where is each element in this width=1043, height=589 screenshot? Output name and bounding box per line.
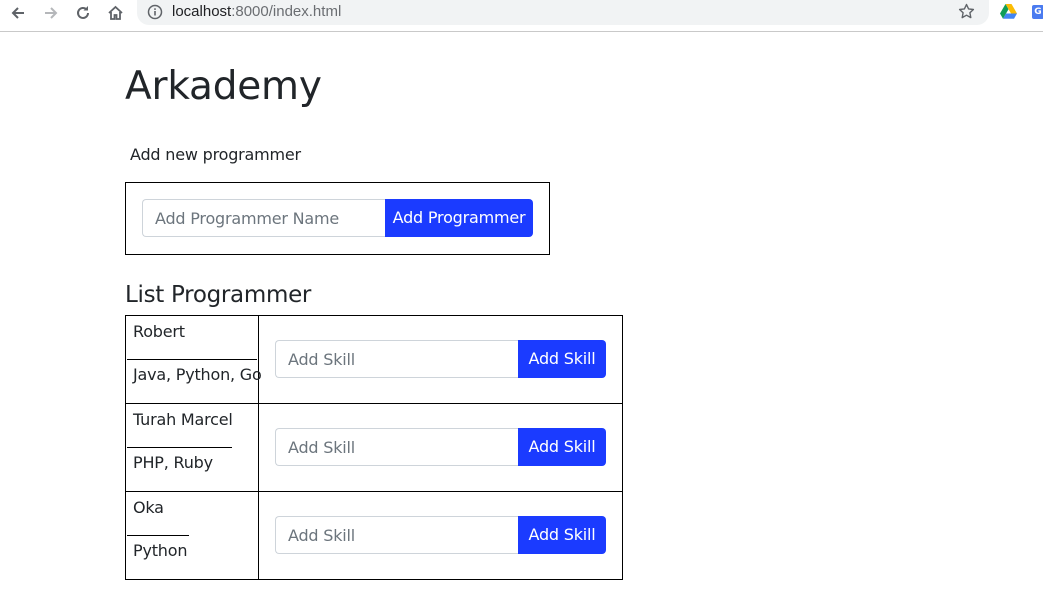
address-bar[interactable]: localhost:8000/index.html	[137, 0, 989, 25]
list-programmer-heading: List Programmer	[125, 282, 312, 308]
back-button[interactable]	[4, 0, 32, 25]
info-icon	[147, 4, 163, 20]
programmer-name: Oka	[133, 498, 164, 517]
programmer-skills: Python	[133, 541, 188, 560]
programmer-name-input[interactable]	[142, 199, 386, 237]
programmer-info-cell: Robert Java, Python, Go	[126, 316, 262, 404]
add-programmer-form: Add Programmer	[125, 182, 550, 255]
name-divider	[127, 359, 257, 360]
add-skill-button[interactable]: Add Skill	[518, 428, 606, 466]
home-icon	[107, 5, 123, 20]
programmer-name: Turah Marcel	[133, 410, 233, 429]
url-host: localhost	[172, 3, 232, 20]
reload-icon	[77, 5, 89, 19]
programmer-skills: PHP, Ruby	[133, 453, 213, 472]
extension-icon[interactable]: G	[1032, 5, 1043, 19]
programmer-table: Robert Java, Python, Go Add Skill Turah …	[125, 315, 623, 580]
browser-toolbar: localhost:8000/index.html G	[0, 0, 1043, 32]
forward-arrow-icon	[45, 6, 58, 19]
programmer-info-cell: Turah Marcel PHP, Ruby	[126, 404, 259, 491]
add-skill-button[interactable]: Add Skill	[518, 516, 606, 554]
reload-button[interactable]	[69, 0, 97, 25]
programmer-row: Robert Java, Python, Go Add Skill	[126, 316, 622, 404]
add-programmer-button[interactable]: Add Programmer	[385, 199, 533, 237]
url-text: localhost:8000/index.html	[172, 3, 341, 21]
add-skill-input[interactable]	[275, 516, 519, 554]
programmer-skills: Java, Python, Go	[133, 365, 262, 384]
programmer-row: Oka Python Add Skill	[126, 491, 622, 579]
page-title: Arkademy	[125, 64, 322, 109]
bookmark-star-icon	[958, 3, 975, 19]
programmer-row: Turah Marcel PHP, Ruby Add Skill	[126, 403, 622, 491]
url-path: :8000/index.html	[231, 3, 342, 20]
add-skill-input[interactable]	[275, 428, 519, 466]
programmer-name: Robert	[133, 322, 185, 341]
forward-button[interactable]	[37, 0, 65, 25]
add-skill-button[interactable]: Add Skill	[518, 340, 606, 378]
google-drive-icon	[1000, 4, 1017, 19]
programmer-info-cell: Oka Python	[126, 492, 259, 579]
name-divider	[127, 447, 232, 448]
add-programmer-label: Add new programmer	[130, 145, 301, 164]
back-arrow-icon	[11, 6, 24, 19]
name-divider	[127, 535, 189, 536]
add-skill-input[interactable]	[275, 340, 519, 378]
home-button[interactable]	[101, 0, 129, 25]
